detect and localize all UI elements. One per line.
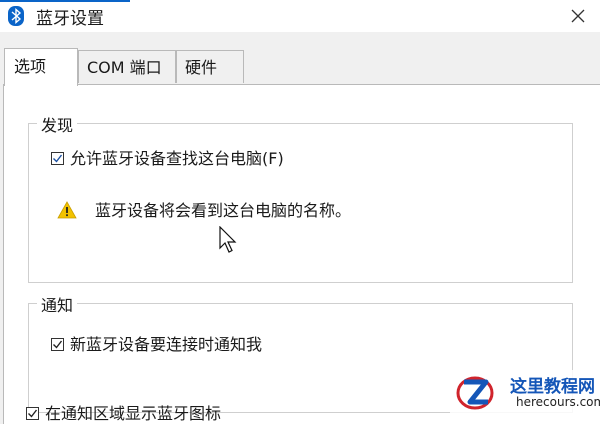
watermark: 这里教程网 herecours.com	[450, 370, 600, 414]
bluetooth-icon	[8, 6, 24, 26]
close-icon	[571, 9, 585, 23]
mouse-cursor-icon	[219, 226, 237, 253]
warning-text: 蓝牙设备将会看到这台电脑的名称。	[95, 201, 352, 220]
title-accent-line	[0, 0, 130, 2]
show-tray-icon-option[interactable]: 在通知区域显示蓝牙图标	[26, 400, 221, 424]
watermark-logo-icon	[456, 376, 494, 410]
warning-icon	[57, 201, 77, 219]
discovery-warning: 蓝牙设备将会看到这台电脑的名称。	[57, 197, 351, 221]
notify-new-device-option[interactable]: 新蓝牙设备要连接时通知我	[51, 331, 262, 355]
allow-discovery-checkbox[interactable]	[51, 152, 64, 165]
watermark-url: herecours.com	[516, 395, 600, 409]
tab-com-ports[interactable]: COM 端口	[78, 50, 176, 83]
window-title: 蓝牙设置	[36, 9, 104, 29]
notify-new-device-label: 新蓝牙设备要连接时通知我	[70, 335, 263, 354]
discovery-group: 发现 允许蓝牙设备查找这台电脑(F) 蓝牙设备将会看到这台电脑的名称。	[28, 112, 573, 283]
checkmark-icon	[53, 340, 63, 349]
allow-discovery-option[interactable]: 允许蓝牙设备查找这台电脑(F)	[51, 145, 284, 169]
close-button[interactable]	[560, 2, 596, 30]
checkmark-icon	[53, 154, 63, 163]
tab-hardware[interactable]: 硬件	[176, 50, 244, 83]
discovery-group-title: 发现	[37, 112, 78, 136]
tab-options[interactable]: 选项	[4, 48, 78, 86]
title-bar: 蓝牙设置	[0, 0, 600, 32]
watermark-title: 这里教程网	[510, 377, 595, 397]
notify-new-device-checkbox[interactable]	[51, 338, 64, 351]
allow-discovery-label: 允许蓝牙设备查找这台电脑(F)	[70, 149, 284, 168]
notifications-group-title: 通知	[37, 292, 78, 316]
